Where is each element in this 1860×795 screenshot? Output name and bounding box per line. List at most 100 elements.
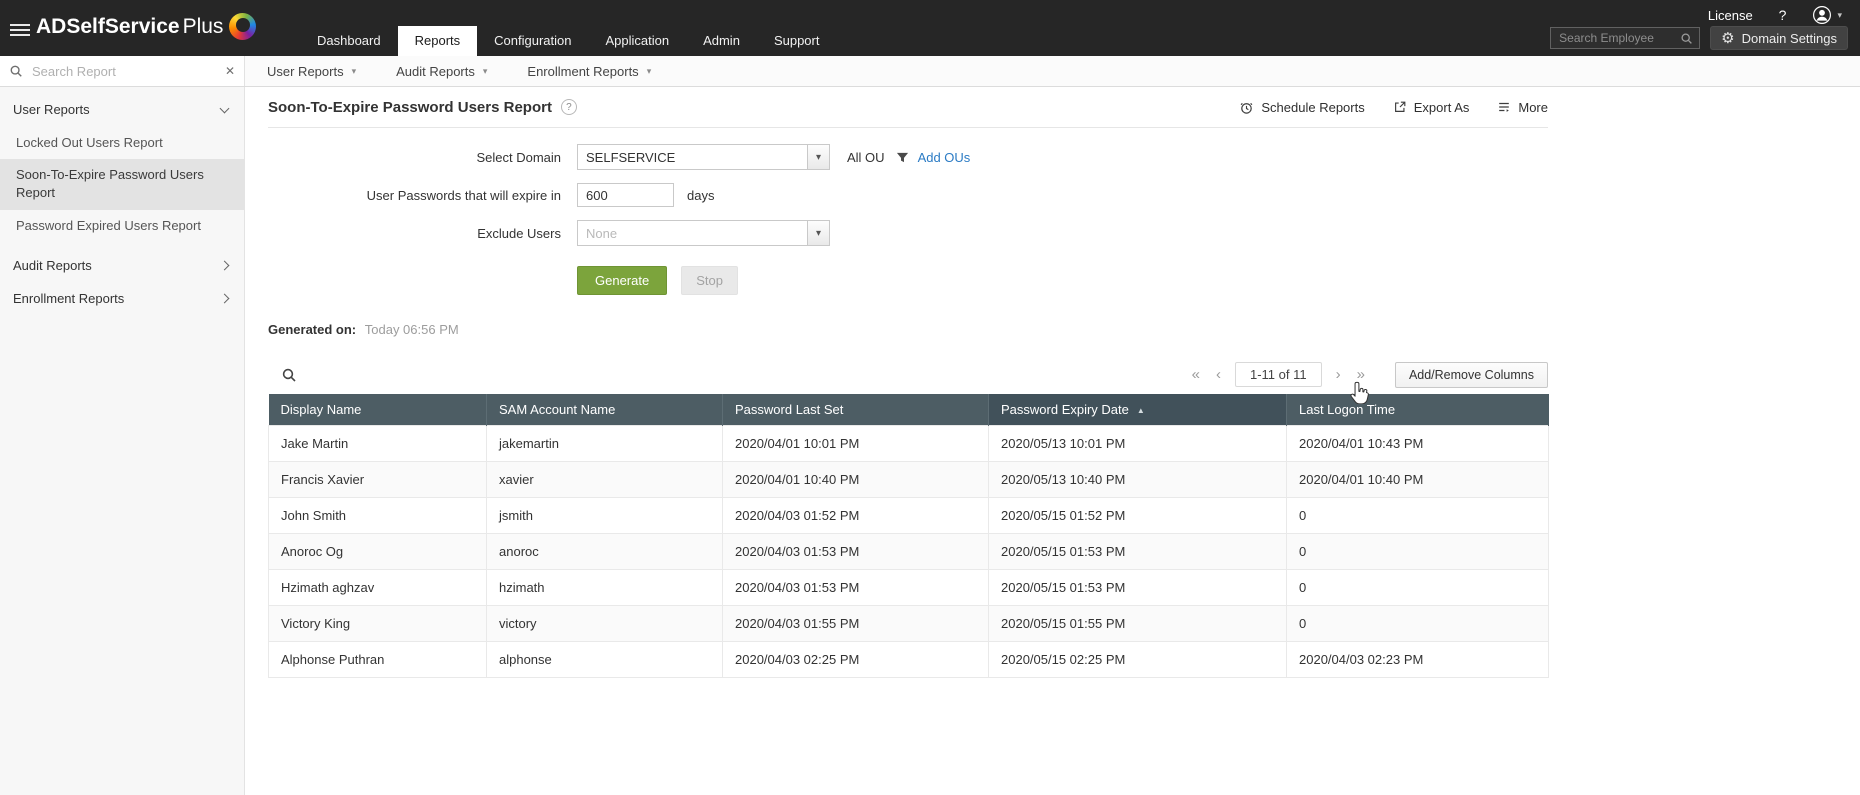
more-list-icon [1497,100,1511,114]
table-row: Victory Kingvictory2020/04/03 01:55 PM20… [269,606,1549,642]
sidebar-section-user-reports[interactable]: User Reports [0,93,244,126]
table-cell: 2020/05/15 02:25 PM [989,642,1287,678]
sidebar-section-enrollment-reports[interactable]: Enrollment Reports [0,282,244,315]
nav-reports[interactable]: Reports [398,26,478,56]
schedule-reports-button[interactable]: Schedule Reports [1239,100,1364,115]
help-icon[interactable]: ? [1779,7,1787,23]
column-header-password-last-set[interactable]: Password Last Set [723,394,989,426]
table-cell: 2020/05/13 10:01 PM [989,426,1287,462]
domain-settings-button[interactable]: ⚙ Domain Settings [1710,26,1848,50]
table-cell: 0 [1287,606,1549,642]
column-header-sam-account-name[interactable]: SAM Account Name [487,394,723,426]
search-icon[interactable] [1680,32,1693,45]
search-report-input[interactable] [30,63,218,80]
chevron-down-icon: ▾ [807,221,829,245]
top-search-area: ⚙ Domain Settings [1550,26,1848,50]
export-as-button[interactable]: Export As [1393,100,1470,115]
sort-asc-icon: ▲ [1137,406,1145,415]
report-nav-bar: ✕ User Reports ▾ Audit Reports ▾ Enrollm… [0,56,1860,87]
generated-on: Generated on: Today 06:56 PM [268,322,1548,337]
table-cell: John Smith [269,498,487,534]
top-bar: ADSelfService Plus Dashboard Reports Con… [0,0,1860,56]
logo-swirl-icon [229,13,256,40]
more-button[interactable]: More [1497,100,1548,115]
report-criteria-form: Select Domain SELFSERVICE ▾ All OU Add O… [268,144,1548,295]
select-domain-dropdown[interactable]: SELFSERVICE ▾ [577,144,830,170]
nav-configuration[interactable]: Configuration [477,26,588,56]
exclude-users-dropdown[interactable]: None ▾ [577,220,830,246]
table-row: Alphonse Puthranalphonse2020/04/03 02:25… [269,642,1549,678]
hamburger-menu-icon[interactable] [10,21,30,39]
nav-dashboard[interactable]: Dashboard [300,26,398,56]
main-nav: Dashboard Reports Configuration Applicat… [300,26,836,56]
sidebar-item-password-expired[interactable]: Password Expired Users Report [0,210,244,242]
column-header-display-name[interactable]: Display Name [269,394,487,426]
table-cell: Hzimath aghzav [269,570,487,606]
table-cell: 2020/04/03 01:53 PM [723,570,989,606]
table-cell: 2020/05/15 01:53 PM [989,534,1287,570]
chevron-down-icon: ▾ [1837,10,1842,21]
add-ous-link[interactable]: Add OUs [918,150,971,165]
nav-application[interactable]: Application [588,26,686,56]
table-cell: 2020/04/03 01:55 PM [723,606,989,642]
table-cell: 2020/05/15 01:55 PM [989,606,1287,642]
title-row: Soon-To-Expire Password Users Report ? S… [268,87,1548,128]
report-table: Display Name SAM Account Name Password L… [268,394,1549,678]
tab-audit-reports[interactable]: Audit Reports ▾ [376,56,507,86]
table-cell: 2020/04/01 10:40 PM [1287,462,1549,498]
generate-button[interactable]: Generate [577,266,667,295]
pagination-prev-button[interactable]: ‹ [1208,367,1229,382]
add-remove-columns-button[interactable]: Add/Remove Columns [1395,362,1548,388]
search-employee-box [1550,27,1700,49]
pagination-first-button[interactable]: « [1184,367,1208,382]
sidebar-item-locked-out-users[interactable]: Locked Out Users Report [0,127,244,159]
table-search-icon[interactable] [281,367,297,383]
table-cell: Alphonse Puthran [269,642,487,678]
tab-user-reports[interactable]: User Reports ▾ [247,56,376,86]
user-menu[interactable]: ▾ [1812,5,1842,25]
column-header-password-expiry-date[interactable]: Password Expiry Date▲ [989,394,1287,426]
close-icon[interactable]: ✕ [225,64,235,78]
table-cell: 2020/05/15 01:52 PM [989,498,1287,534]
table-cell: 2020/04/01 10:01 PM [723,426,989,462]
table-row: Anoroc Oganoroc2020/04/03 01:53 PM2020/0… [269,534,1549,570]
chevron-down-icon [220,104,230,114]
search-report-box: ✕ [0,56,245,86]
title-help-icon[interactable]: ? [561,99,577,115]
gear-icon: ⚙ [1721,31,1734,46]
sidebar-section-audit-reports[interactable]: Audit Reports [0,249,244,282]
nav-admin[interactable]: Admin [686,26,757,56]
search-icon [9,64,23,78]
table-toolbar: « ‹ 1-11 of 11 › » Add/Remove Columns [268,361,1548,388]
table-row: Jake Martinjakemartin2020/04/01 10:01 PM… [269,426,1549,462]
chevron-down-icon: ▾ [352,66,357,77]
pagination-last-button[interactable]: » [1349,367,1373,382]
stop-button[interactable]: Stop [681,266,738,295]
generated-on-value: Today 06:56 PM [365,322,459,337]
table-row: John Smithjsmith2020/04/03 01:52 PM2020/… [269,498,1549,534]
table-cell: 2020/04/01 10:40 PM [723,462,989,498]
table-cell: anoroc [487,534,723,570]
table-cell: victory [487,606,723,642]
title-actions: Schedule Reports Export As [1239,100,1548,115]
license-link[interactable]: License [1708,8,1753,23]
chevron-down-icon: ▾ [483,66,488,77]
nav-support[interactable]: Support [757,26,837,56]
pagination-next-button[interactable]: › [1328,367,1349,382]
chevron-right-icon [220,293,230,303]
table-cell: 2020/04/03 01:53 PM [723,534,989,570]
sidebar-item-soon-to-expire[interactable]: Soon-To-Expire Password Users Report [0,159,244,209]
tab-enrollment-reports[interactable]: Enrollment Reports ▾ [507,56,671,86]
table-cell: xavier [487,462,723,498]
chevron-right-icon [220,260,230,270]
table-cell: Francis Xavier [269,462,487,498]
search-employee-input[interactable] [1557,30,1676,46]
expire-days-input[interactable] [577,183,674,207]
top-utility-bar: License ? ▾ [1708,5,1842,25]
sidebar: User Reports Locked Out Users Report Soo… [0,87,245,795]
table-row: Francis Xavierxavier2020/04/01 10:40 PM2… [269,462,1549,498]
alarm-clock-icon [1239,100,1254,115]
table-cell: 0 [1287,534,1549,570]
column-header-last-logon-time[interactable]: Last Logon Time [1287,394,1549,426]
ou-filter-icon[interactable] [896,151,909,164]
